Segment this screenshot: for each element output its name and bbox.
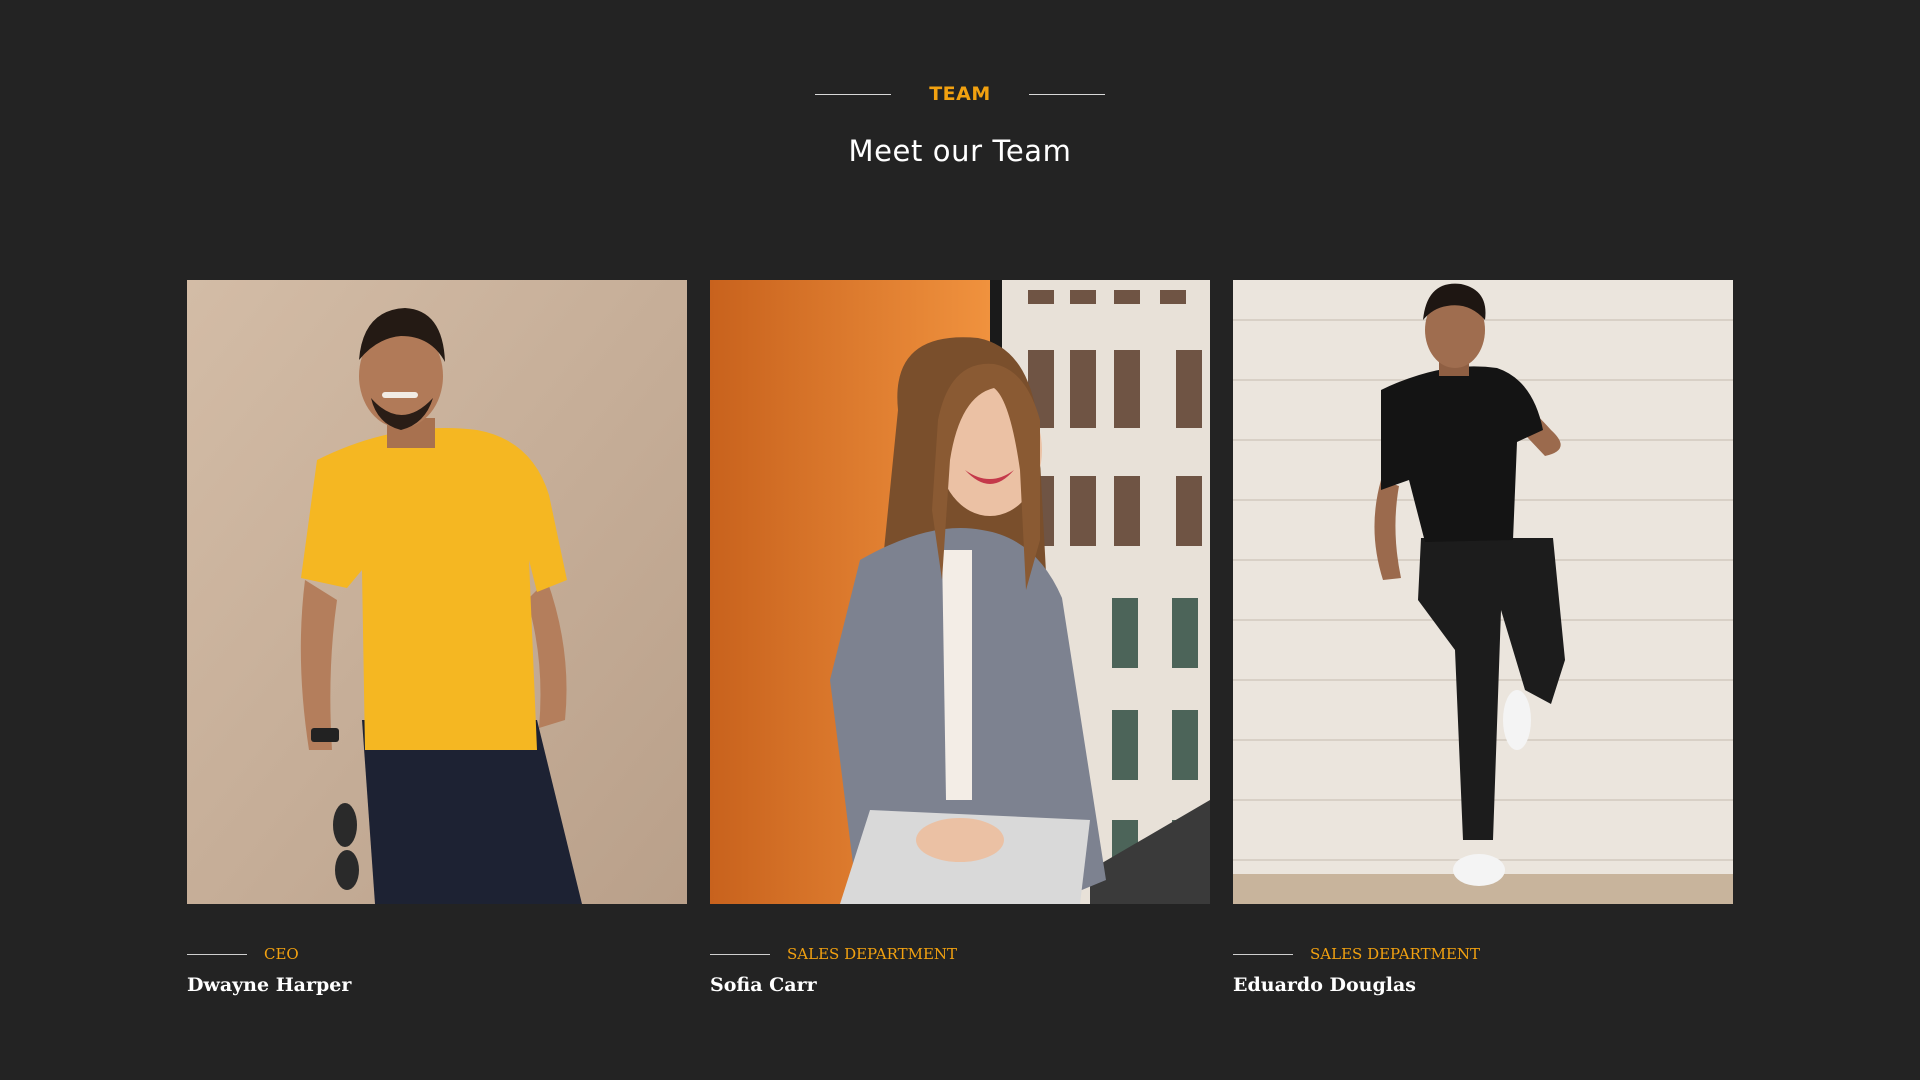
team-member-photo [710, 280, 1210, 904]
section-title: Meet our Team [848, 134, 1072, 168]
team-member-card: SALES DEPARTMENT Eduardo Douglas [1233, 280, 1733, 996]
section-eyebrow: TEAM [929, 83, 991, 105]
team-member-card: CEO Dwayne Harper [187, 280, 687, 996]
eyebrow-divider-left [815, 93, 892, 95]
member-role-row: SALES DEPARTMENT [710, 942, 1210, 966]
team-member-photo [187, 280, 687, 904]
member-name: Sofia Carr [710, 974, 817, 996]
member-name: Dwayne Harper [187, 974, 352, 996]
role-divider [1233, 953, 1293, 955]
member-role: CEO [264, 945, 299, 963]
role-divider [710, 953, 770, 955]
role-divider [187, 953, 247, 955]
member-role: SALES DEPARTMENT [787, 945, 958, 963]
team-member-card: SALES DEPARTMENT Sofia Carr [710, 280, 1210, 996]
member-role: SALES DEPARTMENT [1310, 945, 1481, 963]
member-role-row: CEO [187, 942, 687, 966]
member-name: Eduardo Douglas [1233, 974, 1416, 996]
eyebrow-divider-right [1028, 93, 1105, 95]
member-role-row: SALES DEPARTMENT [1233, 942, 1733, 966]
section-eyebrow-row: TEAM [0, 80, 1920, 108]
team-member-photo [1233, 280, 1733, 904]
